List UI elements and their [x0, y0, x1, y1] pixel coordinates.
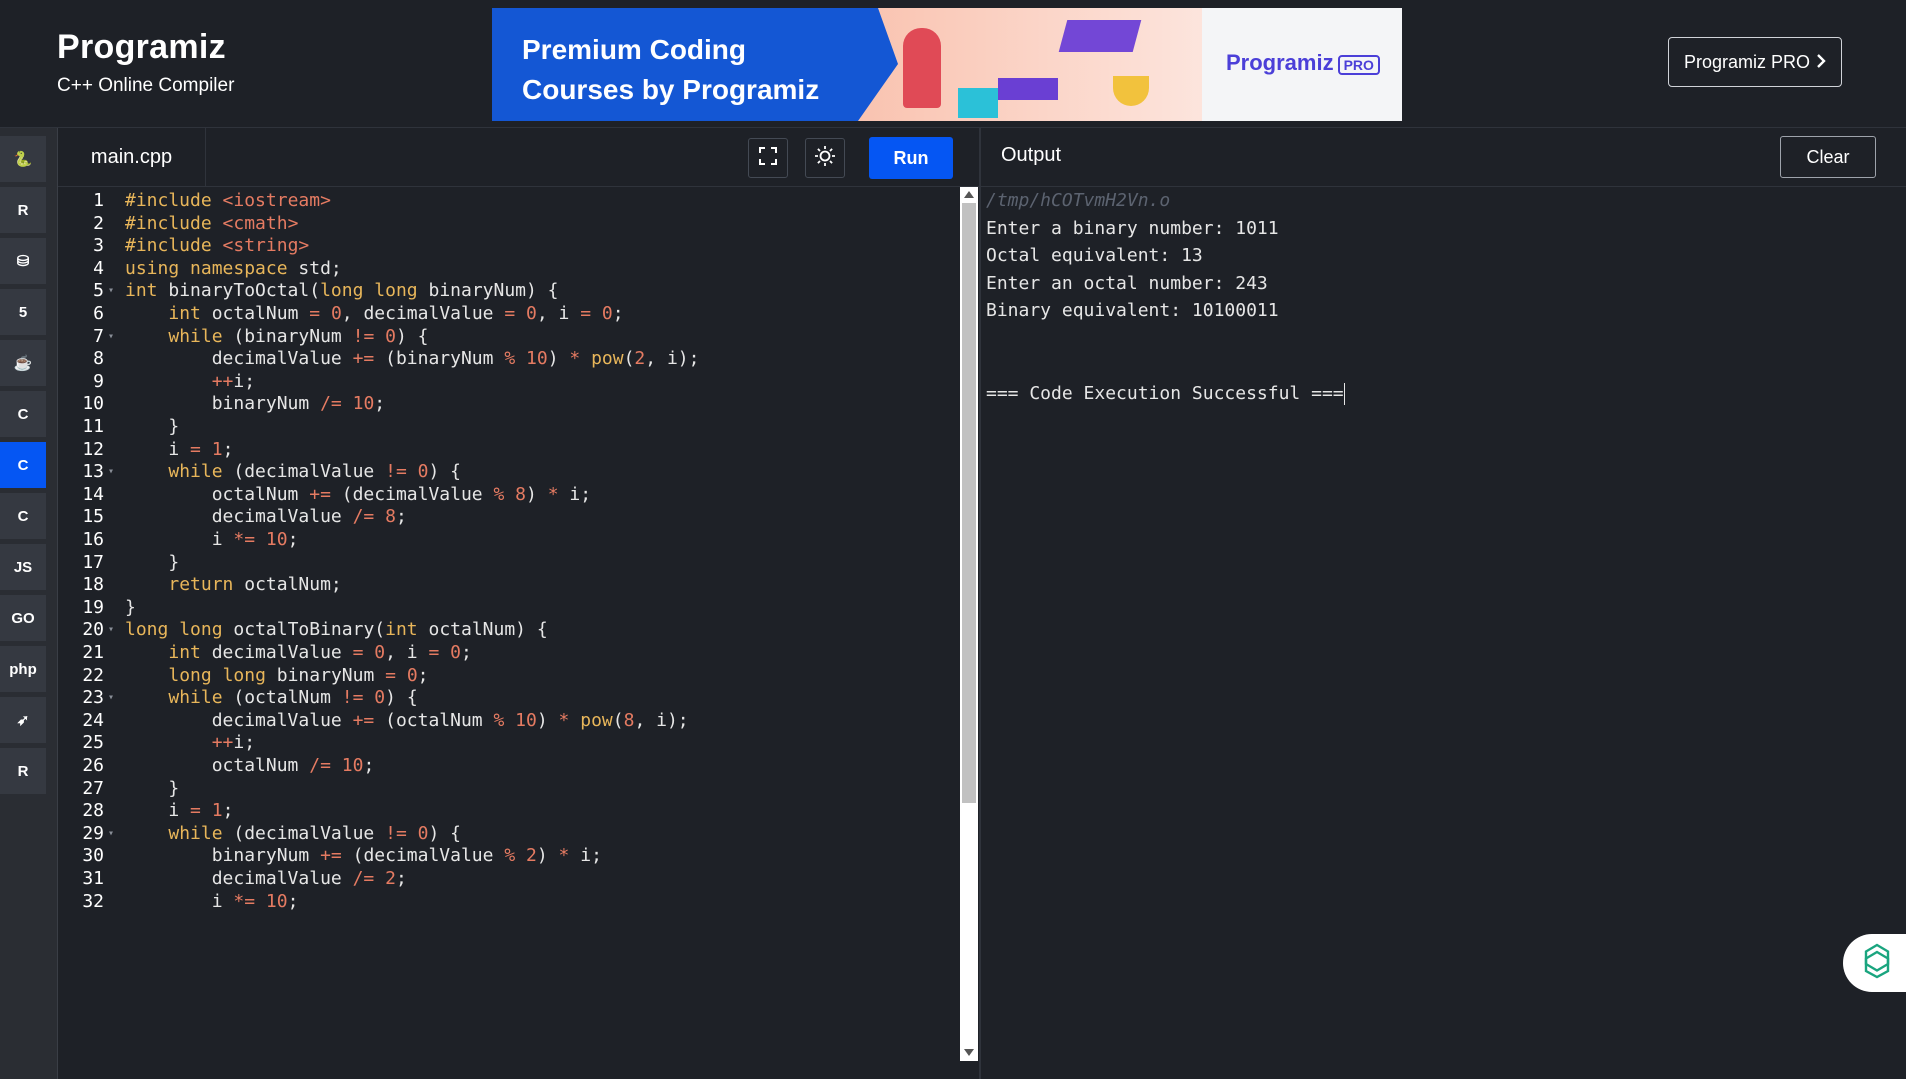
language-button-java[interactable]: ☕ — [0, 340, 46, 386]
sun-icon — [814, 145, 836, 172]
csharp-icon: C — [17, 507, 29, 525]
output-line: Enter an octal number: 243 — [986, 272, 1268, 294]
code-editor[interactable]: 1 #include <iostream> 2 #include <cmath> 3 #i… — [58, 187, 960, 1079]
php-icon: php — [9, 660, 37, 678]
language-button-javascript[interactable]: JS — [0, 544, 46, 590]
chevron-right-icon — [1816, 52, 1826, 73]
programiz-pro-button[interactable]: Programiz PRO — [1668, 37, 1842, 87]
banner-pro-badge: PRO — [1337, 55, 1380, 75]
language-button-html[interactable]: 5 — [0, 289, 46, 335]
output-console[interactable]: /tmp/hCOTvmH2Vn.o Enter a binary number: … — [986, 187, 1886, 1067]
banner-headline-line2: Courses by Programiz — [522, 74, 820, 105]
go-icon: GO — [11, 609, 35, 627]
brand[interactable]: Programiz C++ Online Compiler — [57, 28, 234, 97]
editor-scrollbar[interactable] — [960, 187, 978, 1061]
language-button-php[interactable]: php — [0, 646, 46, 692]
language-button-r[interactable]: R — [0, 187, 46, 233]
output-line: Enter a binary number: 1011 — [986, 217, 1279, 239]
java-icon: ☕ — [13, 355, 33, 372]
language-button-csharp[interactable]: C — [0, 493, 46, 539]
language-button-c[interactable]: C — [0, 391, 46, 437]
banner-headline: Premium Coding Courses by Programiz — [522, 30, 819, 110]
html5-icon: 5 — [18, 303, 28, 321]
books-illustration — [958, 88, 998, 118]
run-button[interactable]: Run — [869, 137, 953, 179]
brand-logo: Programiz — [57, 28, 226, 66]
trophy-illustration — [1113, 76, 1149, 106]
banner-logo: Programiz PRO — [1226, 50, 1380, 76]
ai-assistant-icon — [1857, 941, 1897, 986]
pane-divider[interactable] — [979, 128, 981, 1079]
output-line: Binary equivalent: 10100011 — [986, 300, 1279, 321]
output-file-path: /tmp/hCOTvmH2Vn.o — [986, 190, 1171, 211]
output-header: Output Clear — [981, 128, 1906, 187]
tab-main-cpp[interactable]: main.cpp — [58, 128, 206, 186]
editor-toolbar: main.cpp Run — [58, 128, 979, 187]
language-sidebar: 🐍 R ⛁ 5 ☕ C C C JS GO php ➶ R — [0, 128, 58, 1079]
python-icon: 🐍 — [13, 151, 33, 168]
banner-headline-line1: Premium Coding — [522, 34, 747, 65]
r-icon: R — [17, 201, 29, 219]
student-illustration — [903, 28, 941, 108]
code-text: i *= 10; — [125, 890, 299, 912]
output-line: === Code Execution Successful === — [986, 382, 1345, 405]
c-icon: C — [17, 405, 29, 423]
scroll-up-arrow[interactable] — [964, 191, 974, 198]
clear-button[interactable]: Clear — [1780, 136, 1876, 178]
language-button-sql[interactable]: ⛁ — [0, 238, 46, 284]
cpp-icon: C — [17, 456, 29, 474]
language-button-swift[interactable]: ➶ — [0, 697, 46, 743]
line-number: 32 — [82, 890, 104, 912]
top-header: Programiz C++ Online Compiler Premium Co… — [0, 0, 1906, 128]
language-button-cpp[interactable]: C — [0, 442, 46, 488]
banner-logo-area: Programiz PRO — [1202, 8, 1402, 121]
programiz-pro-label: Programiz PRO — [1683, 51, 1811, 72]
editor-scroll-thumb[interactable] — [962, 203, 976, 803]
ai-assistant-button[interactable] — [1843, 934, 1906, 992]
output-title: Output — [1001, 144, 1062, 166]
theme-toggle-button[interactable] — [805, 138, 845, 178]
js-icon: JS — [13, 558, 33, 576]
fullscreen-button[interactable] — [748, 138, 788, 178]
brand-subtitle: C++ Online Compiler — [57, 75, 235, 96]
book-illustration — [998, 78, 1058, 100]
promo-banner[interactable]: Premium Coding Courses by Programiz Prog… — [492, 8, 1402, 121]
banner-illustration — [858, 8, 1228, 121]
language-button-go[interactable]: GO — [0, 595, 46, 641]
language-button-rust[interactable]: R — [0, 748, 46, 794]
banner-logo-text: Programiz — [1226, 50, 1334, 75]
language-button-python[interactable]: 🐍 — [0, 136, 46, 182]
text-caret — [1343, 382, 1345, 405]
rust-icon: R — [17, 762, 29, 780]
database-icon: ⛁ — [16, 253, 30, 270]
graduation-cap-illustration — [1058, 20, 1142, 52]
output-line: Octal equivalent: 13 — [986, 245, 1203, 266]
swift-icon: ➶ — [16, 712, 30, 729]
code-line[interactable]: 32 i *= 10; — [58, 888, 958, 915]
fullscreen-icon — [758, 146, 778, 171]
scroll-down-arrow[interactable] — [964, 1049, 974, 1056]
